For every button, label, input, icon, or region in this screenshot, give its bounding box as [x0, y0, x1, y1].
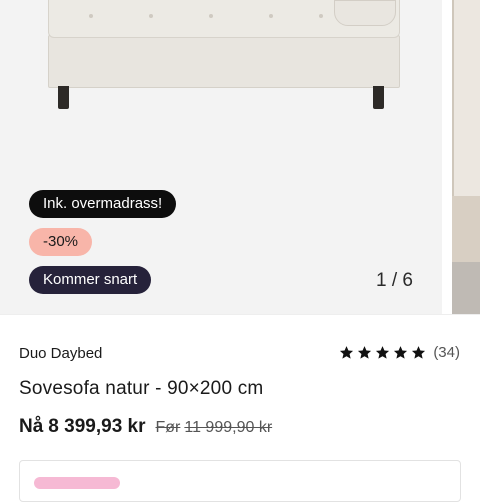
daybed-leg: [373, 86, 384, 109]
product-image-slide[interactable]: Ink. overmadrass! -30% Kommer snart 1 / …: [0, 0, 442, 314]
daybed-bolster: [334, 0, 396, 26]
availability-badge: Kommer snart: [29, 266, 152, 294]
info-card[interactable]: [19, 460, 461, 502]
discount-badge: -30%: [29, 228, 93, 256]
card-tag: [34, 477, 120, 489]
daybed-leg: [58, 86, 69, 109]
image-counter: 1 / 6: [376, 270, 413, 291]
product-image-gallery[interactable]: Ink. overmadrass! -30% Kommer snart 1 / …: [0, 0, 480, 314]
current-price-prefix: Nå: [19, 416, 44, 437]
original-price-prefix: Før: [155, 419, 181, 436]
star-icon: [375, 345, 390, 360]
product-rating[interactable]: (34): [339, 344, 460, 361]
star-icon: [339, 345, 354, 360]
star-icon: [357, 345, 372, 360]
price-row: Nå 8 399,93 kr Før 11 999,90 kr: [19, 416, 272, 438]
review-count[interactable]: (34): [433, 344, 460, 361]
daybed-base: [48, 35, 400, 88]
current-price: 8 399,93 kr: [48, 416, 146, 437]
promo-badge: Ink. overmadrass!: [29, 190, 177, 218]
product-title: Sovesofa natur - 90×200 cm: [19, 378, 264, 399]
next-image-preview[interactable]: [452, 0, 480, 314]
section-divider: [0, 314, 480, 315]
star-icon: [411, 345, 426, 360]
daybed-product-image: [0, 0, 442, 120]
product-brand[interactable]: Duo Daybed: [19, 345, 102, 362]
original-price: 11 999,90 kr: [184, 419, 273, 436]
star-icon: [393, 345, 408, 360]
